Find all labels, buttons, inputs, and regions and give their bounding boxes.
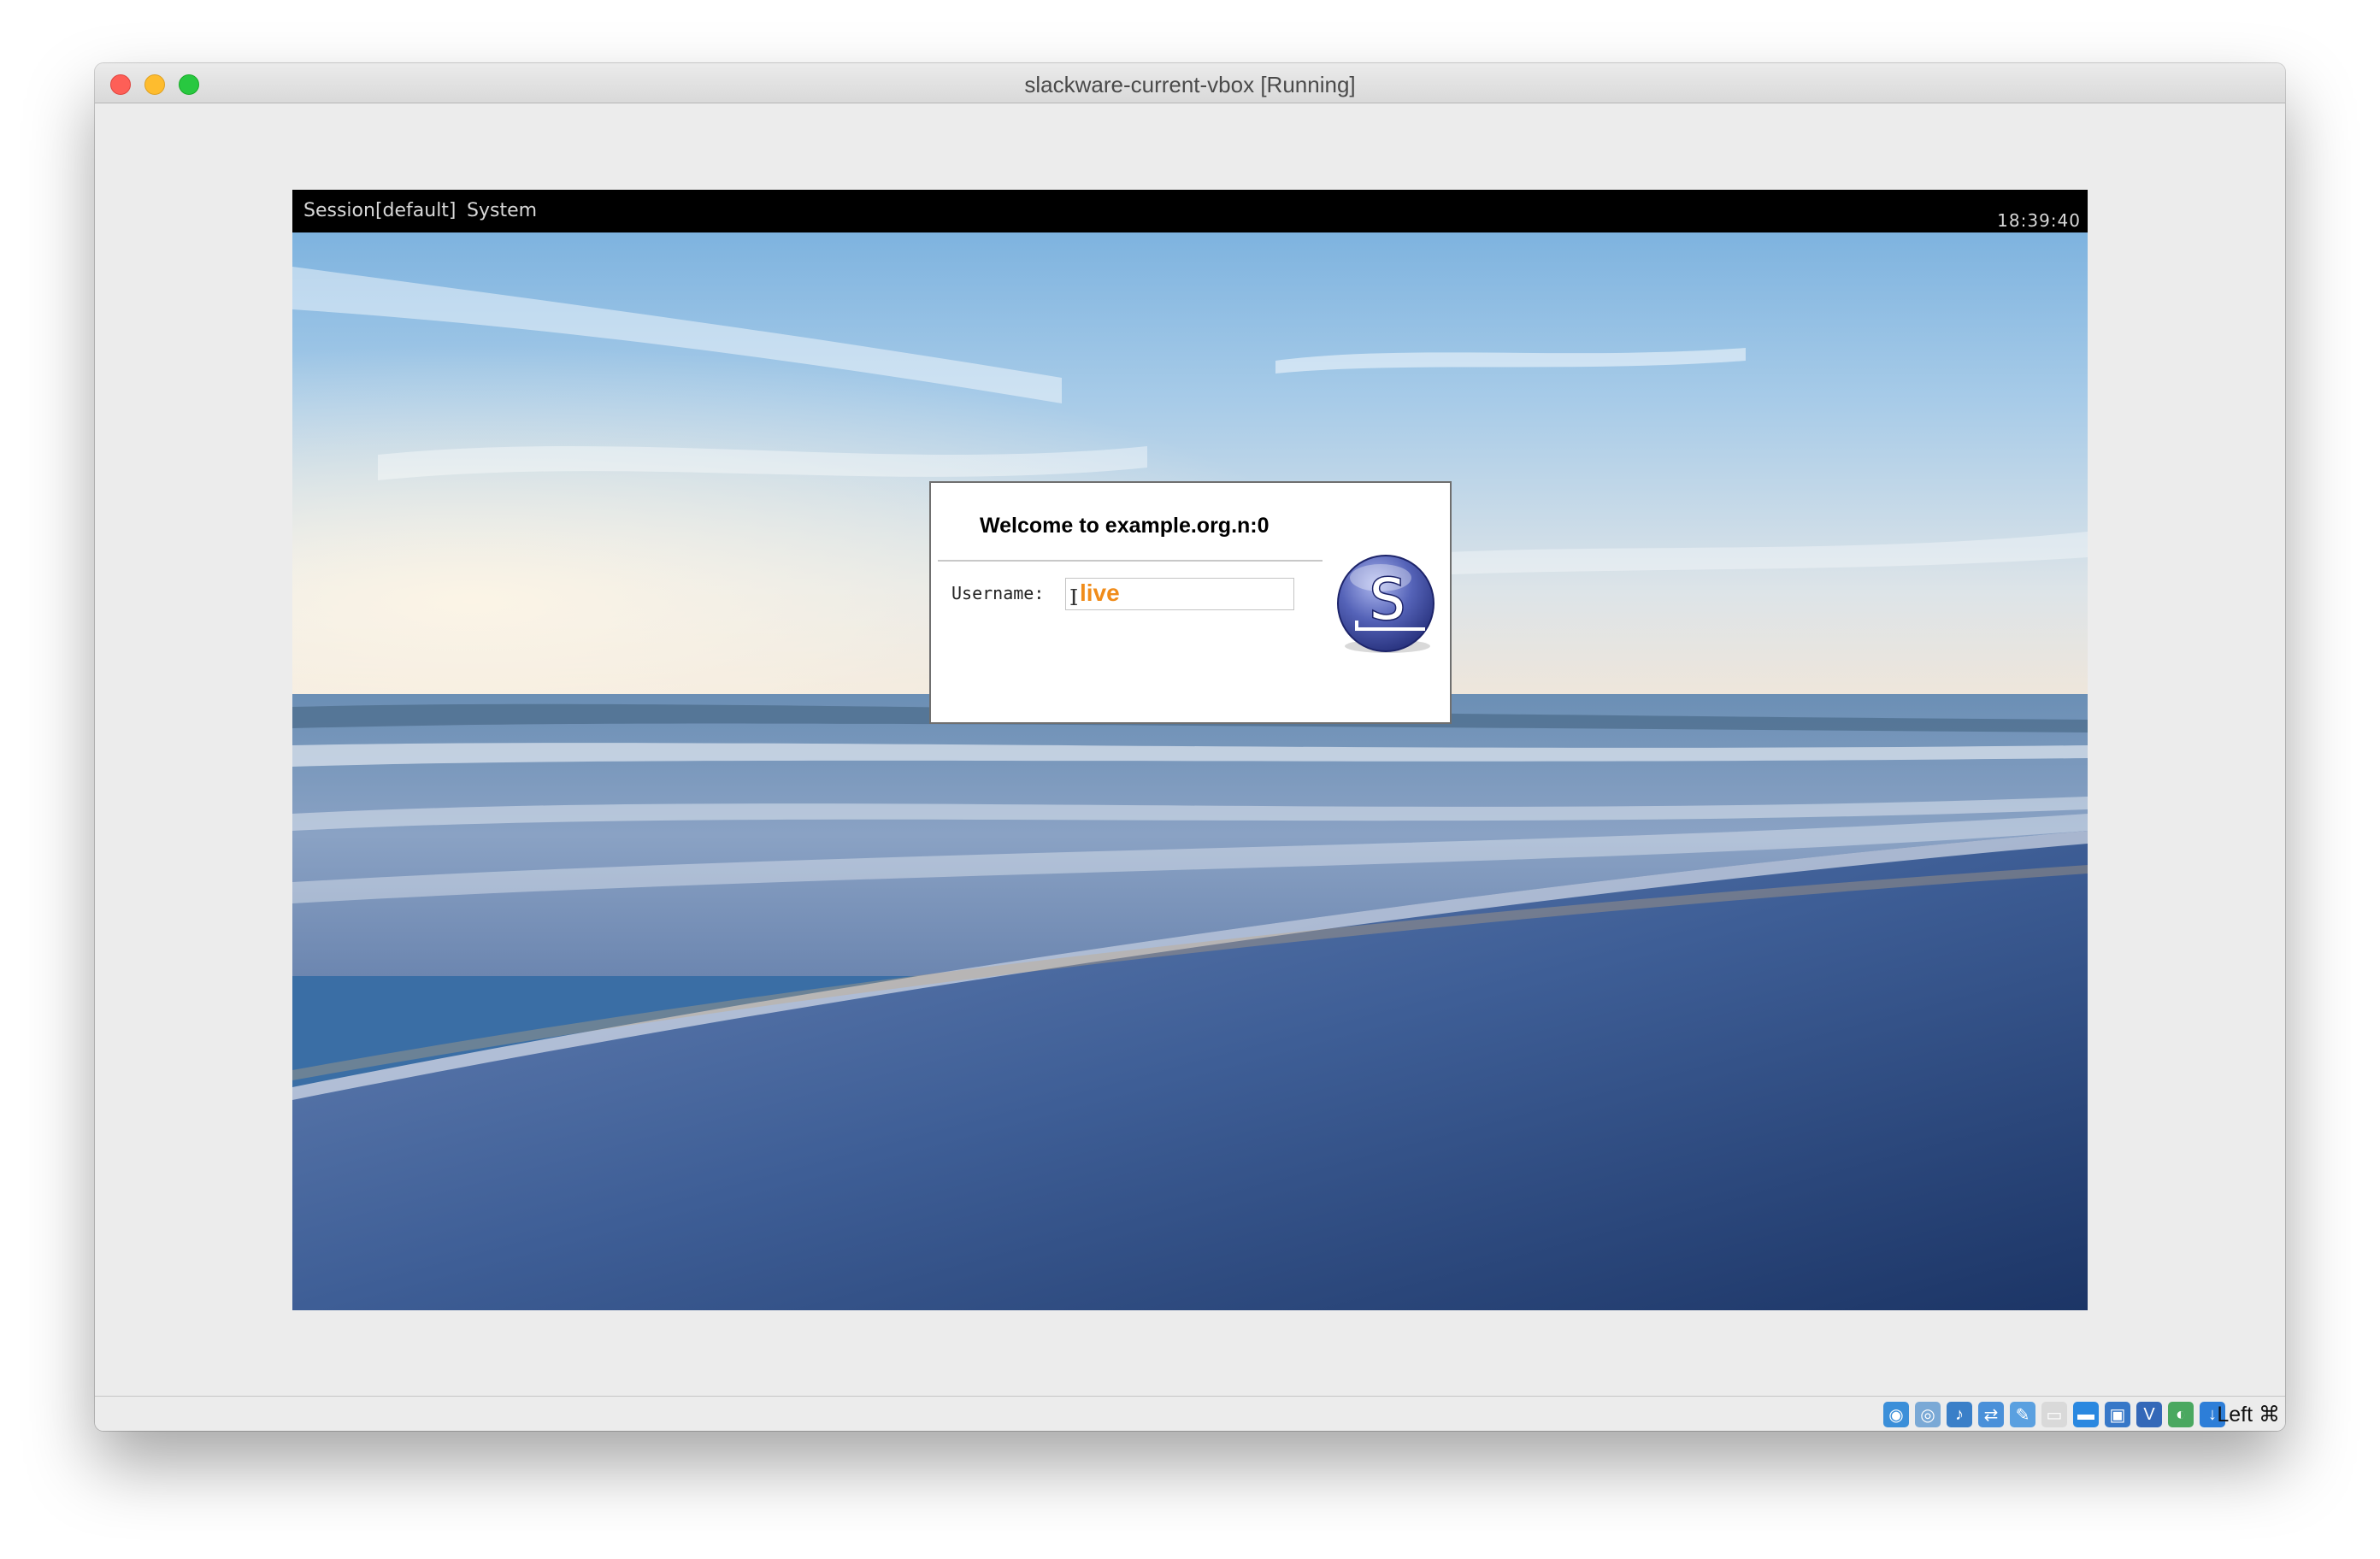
host-key-label[interactable]: Left ⌘ xyxy=(2217,1402,2280,1427)
username-label: Username: xyxy=(951,583,1045,603)
window-title: slackware-current-vbox [Running] xyxy=(1024,72,1356,97)
slackware-logo-icon: S xyxy=(1337,555,1434,653)
system-menu[interactable]: System xyxy=(467,200,537,221)
welcome-message: Welcome to example.org.n:0 xyxy=(980,514,1270,538)
logo-letter: S xyxy=(1370,567,1405,632)
clock: 18:39:40 xyxy=(1997,210,2081,231)
video-capture-icon[interactable]: ▣ xyxy=(2105,1402,2130,1427)
username-input[interactable]: I live xyxy=(1065,578,1294,611)
virtualbox-window: slackware-current-vbox [Running] Session… xyxy=(95,63,2285,1431)
display-icon[interactable]: ▬ xyxy=(2073,1402,2099,1427)
login-top-bar: Session[default] System 18:39:40 xyxy=(292,190,2088,232)
mouse-integration-icon[interactable]: ◐ xyxy=(2168,1402,2194,1427)
usb-icon[interactable]: ✎ xyxy=(2010,1402,2035,1427)
session-menu[interactable]: Session[default] xyxy=(303,200,457,221)
separator xyxy=(938,560,1323,562)
username-value: live xyxy=(1080,579,1120,606)
status-bar: ◉ ◎ ♪ ⇄ ✎ ▭ ▬ ▣ V ◐ ↓ Left ⌘ xyxy=(95,1396,2285,1431)
hard-disk-icon[interactable]: ◉ xyxy=(1883,1402,1909,1427)
optical-drive-icon[interactable]: ◎ xyxy=(1915,1402,1941,1427)
login-dialog: Welcome to example.org.n:0 Username: I l… xyxy=(929,481,1452,724)
shared-folders-icon[interactable]: ▭ xyxy=(2041,1402,2067,1427)
beach-wallpaper xyxy=(292,232,2088,1310)
vm-display[interactable]: Session[default] System 18:39:40 Welcome… xyxy=(292,190,2088,1310)
title-bar[interactable]: slackware-current-vbox [Running] xyxy=(95,63,2285,103)
status-icons: ◉ ◎ ♪ ⇄ ✎ ▭ ▬ ▣ V ◐ ↓ xyxy=(1883,1402,2225,1427)
audio-icon[interactable]: ♪ xyxy=(1947,1402,1972,1427)
text-cursor-icon: I xyxy=(1069,585,1079,611)
virtualization-icon[interactable]: V xyxy=(2136,1402,2162,1427)
network-icon[interactable]: ⇄ xyxy=(1978,1402,2004,1427)
